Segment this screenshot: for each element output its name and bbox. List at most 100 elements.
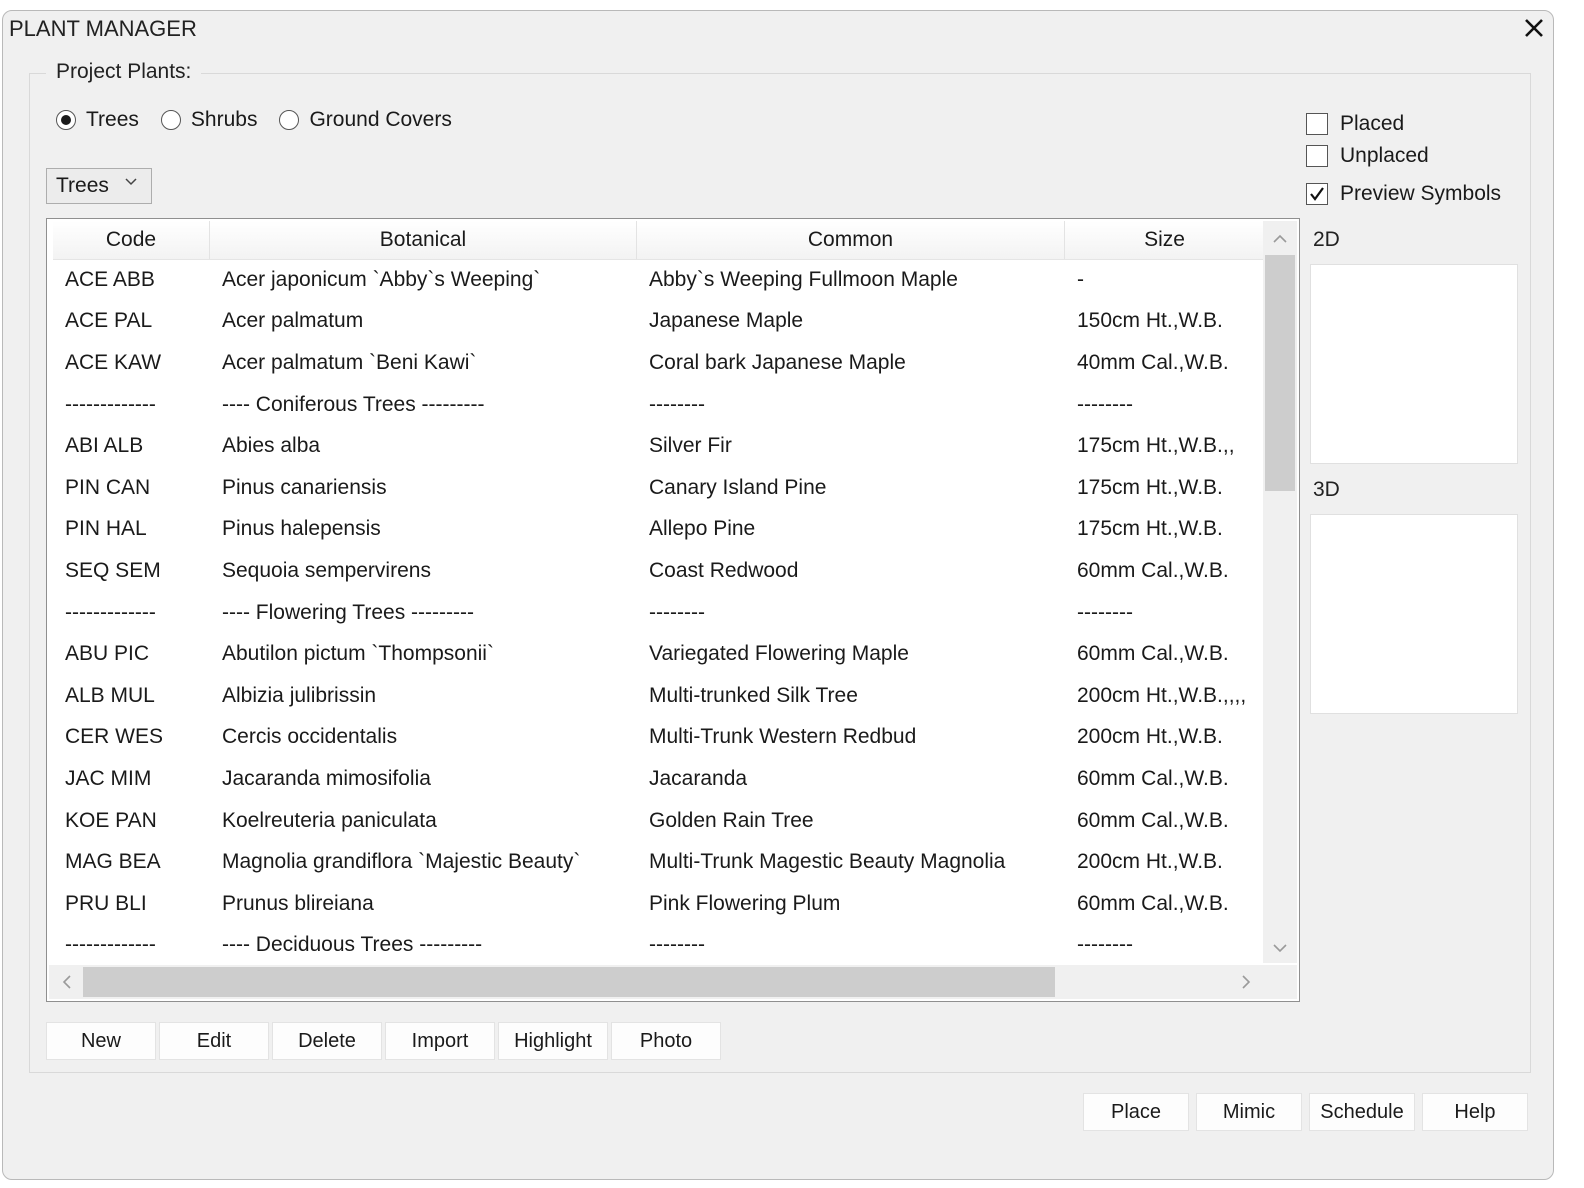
table-row[interactable]: ABU PIC Abutilon pictum `Thompsonii` Varie… xyxy=(53,633,1265,675)
cell-common: Variegated Flowering Maple xyxy=(649,642,909,666)
cell-common: Canary Island Pine xyxy=(649,475,827,499)
table-row[interactable]: PRU BLI Prunus blireiana Pink Flowering Pl… xyxy=(53,883,1265,925)
scroll-right-button[interactable] xyxy=(1231,965,1261,999)
vertical-scrollbar[interactable] xyxy=(1263,221,1297,963)
horizontal-scrollbar[interactable] xyxy=(49,965,1263,999)
radio-dot xyxy=(56,110,76,130)
plant-manager-window: PLANT MANAGER Project Plants: Trees Shru… xyxy=(2,10,1554,1180)
scroll-up-button[interactable] xyxy=(1263,223,1297,253)
table-row[interactable]: ------------- ---- Flowering Trees ------… xyxy=(53,592,1265,634)
cell-code: ------------- xyxy=(65,392,156,416)
new-button[interactable]: New xyxy=(46,1022,156,1060)
cell-code: KOE PAN xyxy=(65,808,157,832)
cell-size: 200cm Ht.,W.B. xyxy=(1077,725,1223,749)
chevron-down-icon xyxy=(125,178,137,186)
cell-code: ------------- xyxy=(65,600,156,624)
help-button[interactable]: Help xyxy=(1422,1093,1528,1131)
table-row[interactable]: ACE KAW Acer palmatum `Beni Kawi` Coral ba… xyxy=(53,342,1265,384)
table-row[interactable]: MAG BEA Magnolia grandiflora `Majestic Be… xyxy=(53,841,1265,883)
vertical-scroll-thumb[interactable] xyxy=(1265,255,1295,491)
cell-botanical: Abutilon pictum `Thompsonii` xyxy=(222,642,494,666)
cell-code: CER WES xyxy=(65,725,164,749)
import-button[interactable]: Import xyxy=(385,1022,495,1060)
cell-botanical: Pinus canariensis xyxy=(222,475,387,499)
table-row[interactable]: ------------- ---- Deciduous Trees ------… xyxy=(53,925,1265,967)
category-dropdown[interactable]: Trees xyxy=(46,168,152,204)
radio-dot xyxy=(279,110,300,130)
cell-botanical: Acer japonicum `Abby`s Weeping` xyxy=(222,267,541,291)
table-row[interactable]: ACE PAL Acer palmatum Japanese Maple 150cm … xyxy=(53,301,1265,343)
table-row[interactable]: PIN CAN Pinus canariensis Canary Island Pi… xyxy=(53,467,1265,509)
cell-size: 60mm Cal.,W.B. xyxy=(1077,808,1229,832)
dropdown-value: Trees xyxy=(56,174,109,197)
radio-dot xyxy=(160,110,181,130)
chevron-down-icon xyxy=(1273,943,1287,952)
cell-botanical: Prunus blireiana xyxy=(222,891,374,915)
radio-trees[interactable]: Trees xyxy=(56,108,139,132)
table-row[interactable]: ACE ABB Acer japonicum `Abby`s Weeping` Ab… xyxy=(53,259,1265,301)
preview-3d-box xyxy=(1310,514,1518,714)
scroll-down-button[interactable] xyxy=(1263,933,1297,963)
cell-code: ABU PIC xyxy=(65,642,150,666)
checkbox-box xyxy=(1306,183,1328,205)
unplaced-checkbox[interactable]: Unplaced xyxy=(1306,140,1501,172)
table-body: ACE ABB Acer japonicum `Abby`s Weeping` Ab… xyxy=(53,259,1265,966)
place-button[interactable]: Place xyxy=(1083,1093,1189,1131)
radio-shrubs[interactable]: Shrubs xyxy=(160,108,257,132)
table-row[interactable]: PIN HAL Pinus halepensis Allepo Pine 175cm … xyxy=(53,509,1265,551)
table-row[interactable]: KOE PAN Koelreuteria paniculata Golden Rai… xyxy=(53,800,1265,842)
cell-size: 175cm Ht.,W.B. xyxy=(1077,475,1223,499)
edit-button[interactable]: Edit xyxy=(159,1022,269,1060)
placed-checkbox[interactable]: Placed xyxy=(1306,108,1501,140)
cell-size: 60mm Cal.,W.B. xyxy=(1077,891,1229,915)
table-row[interactable]: CER WES Cercis occidentalis Multi-Trunk We… xyxy=(53,717,1265,759)
column-header-botanical[interactable]: Botanical xyxy=(210,221,637,259)
cell-code: PIN HAL xyxy=(65,517,147,541)
cell-botanical: Koelreuteria paniculata xyxy=(222,808,437,832)
chevron-right-icon xyxy=(1241,975,1250,989)
table-row[interactable]: SEQ SEM Sequoia sempervirens Coast Redwood… xyxy=(53,550,1265,592)
table-row[interactable]: ALB MUL Albizia julibrissin Multi-trunked … xyxy=(53,675,1265,717)
column-header-size[interactable]: Size xyxy=(1065,221,1265,259)
window-title: PLANT MANAGER xyxy=(9,16,197,41)
cell-size: 175cm Ht.,W.B. xyxy=(1077,517,1223,541)
cell-size: 200cm Ht.,W.B.,,,, xyxy=(1077,683,1247,707)
column-header-common[interactable]: Common xyxy=(637,221,1065,259)
cell-code: ALB MUL xyxy=(65,683,155,707)
preview-symbols-checkbox[interactable]: Preview Symbols xyxy=(1306,178,1501,210)
cell-size: 60mm Cal.,W.B. xyxy=(1077,558,1229,582)
cell-botanical: Jacaranda mimosifolia xyxy=(222,766,431,790)
mimic-button[interactable]: Mimic xyxy=(1196,1093,1302,1131)
cell-botanical: ---- Coniferous Trees --------- xyxy=(222,392,485,416)
cell-code: PRU BLI xyxy=(65,891,147,915)
cell-botanical: Cercis occidentalis xyxy=(222,725,398,749)
scroll-left-button[interactable] xyxy=(51,965,81,999)
cell-code: JAC MIM xyxy=(65,766,152,790)
cell-size: 150cm Ht.,W.B. xyxy=(1077,309,1223,333)
radio-label: Trees xyxy=(86,108,139,131)
schedule-button[interactable]: Schedule xyxy=(1309,1093,1415,1131)
table-row[interactable]: ------------- ---- Coniferous Trees -----… xyxy=(53,384,1265,426)
checkbox-box xyxy=(1306,145,1328,167)
photo-button[interactable]: Photo xyxy=(611,1022,721,1060)
cell-size: 40mm Cal.,W.B. xyxy=(1077,350,1229,374)
cell-common: Abby`s Weeping Fullmoon Maple xyxy=(649,267,958,291)
close-button[interactable] xyxy=(1521,13,1547,43)
radio-ground-covers[interactable]: Ground Covers xyxy=(279,108,452,132)
cell-common: Multi-trunked Silk Tree xyxy=(649,683,858,707)
horizontal-scroll-thumb[interactable] xyxy=(83,967,1055,997)
chevron-left-icon xyxy=(62,975,71,989)
cell-common: Allepo Pine xyxy=(649,517,756,541)
highlight-button[interactable]: Highlight xyxy=(498,1022,608,1060)
cell-botanical: ---- Deciduous Trees --------- xyxy=(222,933,483,957)
cell-common: Pink Flowering Plum xyxy=(649,891,841,915)
delete-button[interactable]: Delete xyxy=(272,1022,382,1060)
table-row[interactable]: ABI ALB Abies alba Silver Fir 175cm Ht.,W.B… xyxy=(53,425,1265,467)
table-row[interactable]: JAC MIM Jacaranda mimosifolia Jacaranda 60m… xyxy=(53,758,1265,800)
group-legend: Project Plants: xyxy=(46,60,202,84)
cell-size: -------- xyxy=(1077,600,1133,624)
scrollbar-corner xyxy=(1263,965,1297,999)
filter-checkboxes: Placed Unplaced Preview Symbols xyxy=(1306,108,1501,210)
cell-code: SEQ SEM xyxy=(65,558,161,582)
column-header-code[interactable]: Code xyxy=(53,221,210,259)
